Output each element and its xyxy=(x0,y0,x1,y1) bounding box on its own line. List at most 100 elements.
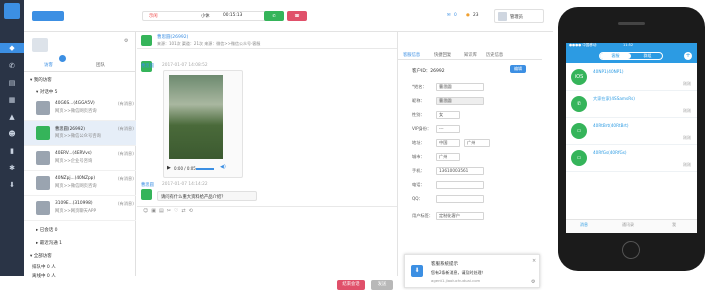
tab-visitors[interactable]: 访客 xyxy=(44,62,53,68)
stats-nav-icon[interactable]: ▲ xyxy=(7,112,17,122)
app-logo xyxy=(4,3,20,19)
volume-icon[interactable]: ◀) xyxy=(220,164,226,170)
vip-select[interactable]: --- xyxy=(436,125,460,133)
history-icon[interactable]: ⟲ xyxy=(189,208,196,214)
send-button[interactable]: 发送 xyxy=(371,280,393,290)
info-tabs: 客服信息 快捷回复 知识库 历史信息 xyxy=(398,50,542,60)
group-my-visitors[interactable]: ▾ 我的访客 xyxy=(30,77,52,83)
image-icon[interactable]: ▣ xyxy=(151,208,159,214)
video-frame[interactable] xyxy=(169,75,223,159)
country-select[interactable]: 中国 xyxy=(436,139,460,147)
status-label[interactable]: 示闲 xyxy=(149,13,158,19)
message-input[interactable] xyxy=(137,217,397,262)
phone-nav-icon[interactable]: ✆ xyxy=(7,61,17,71)
add-icon[interactable]: + xyxy=(684,52,692,60)
field-label: 地址： xyxy=(412,140,425,145)
customer-info-panel: 客服信息 快捷回复 知识库 历史信息 客户ID：26992 编辑 *姓名： 曹思… xyxy=(397,32,542,288)
visitor-name: 40NZpj...(40NZpp) xyxy=(55,176,96,181)
gear-icon[interactable]: ⚙ xyxy=(531,279,535,285)
contact-name: 40RfGs(40RfGs) xyxy=(593,150,627,155)
bell-icon[interactable]: ● xyxy=(466,13,470,18)
name-field[interactable]: 曹思圆 xyxy=(436,83,484,91)
group-label: 最近沟通 1 xyxy=(39,241,62,246)
mail-icon[interactable]: ✉ xyxy=(447,13,451,18)
sender-name: 曹思圆 xyxy=(141,183,154,188)
tab-quick-reply[interactable]: 快捷回复 xyxy=(434,52,451,58)
tab-team[interactable]: 团队 xyxy=(96,62,105,68)
visitor-status: (有消息) xyxy=(118,126,134,131)
transfer-icon[interactable]: ⇄ xyxy=(181,208,188,214)
gear-icon[interactable]: ⚙ xyxy=(124,38,128,44)
phone-field[interactable] xyxy=(436,181,484,189)
close-icon[interactable]: × xyxy=(532,258,536,264)
group-waiting[interactable]: ▸ 已会话 0 xyxy=(36,227,58,233)
contact-time: 刚刚 xyxy=(683,108,691,113)
phone-tabs: 客服 群组 xyxy=(599,52,663,60)
contact-name: 40NP1(40NP1) xyxy=(593,69,624,74)
list-item[interactable]: 40G6S...(4GGA5V) 网页>>微信网页咨询 (有消息) xyxy=(24,96,136,121)
call-timer: 00:15:13 xyxy=(223,13,243,18)
tab-history[interactable]: 历史信息 xyxy=(486,52,503,58)
user-menu[interactable]: 管理员 xyxy=(494,9,544,23)
list-item[interactable]: 40ERV...(4ERVvs) 网页>>企业号咨询 (有消息) xyxy=(24,146,136,171)
home-button[interactable] xyxy=(622,241,640,259)
nav-messages[interactable]: 消息 xyxy=(580,222,588,228)
visitor-source: 网页>>微信网页咨询 xyxy=(55,184,97,189)
avatar xyxy=(36,176,50,190)
nav-me[interactable]: 我 xyxy=(672,222,676,228)
tab-customer-info[interactable]: 客服信息 xyxy=(403,52,420,58)
end-session-button[interactable]: 结束会话 xyxy=(337,280,365,290)
file-icon[interactable]: ▤ xyxy=(159,208,167,214)
tab-service[interactable]: 客服 xyxy=(600,53,631,59)
edit-button[interactable]: 编辑 xyxy=(510,65,526,73)
user-nav-icon[interactable]: ☻ xyxy=(7,129,17,139)
phone-mockup: ●●●● 中国移动 11:52 客服 群组 + iOS 40NP1(40NP1)… xyxy=(558,7,705,271)
play-icon[interactable]: ▶ xyxy=(167,165,171,171)
download-nav-icon[interactable]: ⬇ xyxy=(7,180,17,190)
group-label: 已会话 0 xyxy=(39,228,58,233)
settings-nav-icon[interactable]: ✱ xyxy=(7,163,17,173)
tag-field[interactable]: 定制化客户 xyxy=(436,212,484,220)
answer-call-button[interactable]: ✆ xyxy=(264,11,284,21)
busy-label[interactable]: 小休 xyxy=(201,13,210,19)
list-item[interactable]: 40NZpj...(40NZpp) 网页>>微信网页咨询 (有消息) xyxy=(24,171,136,196)
group-all[interactable]: ▾ 全部访客 xyxy=(30,253,52,259)
toast-body: 您有2条新消息，请及时处理！ xyxy=(431,270,486,275)
grid-nav-icon[interactable]: ▦ xyxy=(7,95,17,105)
group-recent[interactable]: ▸ 最近沟通 1 xyxy=(36,240,62,246)
group-pending[interactable]: ▾ 对话中 5 xyxy=(36,89,58,95)
tab-group[interactable]: 群组 xyxy=(632,53,663,59)
emoji-icon[interactable]: ☺ xyxy=(143,208,151,214)
hangup-button[interactable]: ☎ xyxy=(287,11,307,21)
phone-bottom-nav: 消息 通讯录 我 xyxy=(566,219,697,233)
chat-nav-icon[interactable]: ◆ xyxy=(0,43,24,53)
field-label: 电话： xyxy=(412,182,425,187)
web-icon: ▭ xyxy=(571,123,587,139)
gender-select[interactable]: 女 xyxy=(436,111,460,119)
status-panel: 示闲 小休 00:15:13 xyxy=(142,11,282,21)
list-item[interactable]: iOS 40NP1(40NP1) 刚刚 xyxy=(566,64,697,91)
progress-bar[interactable] xyxy=(196,168,214,170)
avatar xyxy=(36,126,50,140)
mobile-field[interactable]: 13610003561 xyxy=(436,167,484,175)
province-select[interactable]: 广州 xyxy=(464,139,490,147)
nav-contacts[interactable]: 通讯录 xyxy=(622,222,634,228)
list-item[interactable]: 3109E...(310998) 网页>>网页聊天APP (有消息) xyxy=(24,196,136,221)
qq-field[interactable] xyxy=(436,195,484,203)
customer-id: 客户ID：26992 xyxy=(412,69,445,74)
city-select[interactable]: 广州 xyxy=(436,153,460,161)
visitor-status: (有消息) xyxy=(118,176,134,181)
screenshot-icon[interactable]: ✂ xyxy=(167,208,174,214)
toast-title: 客服系统提示 xyxy=(431,262,458,267)
visitor-source: 网页>>企业号咨询 xyxy=(55,159,93,164)
list-item[interactable]: ▭ 40RfGs(40RfGs) 刚刚 xyxy=(566,145,697,172)
doc-nav-icon[interactable]: ▤ xyxy=(7,78,17,88)
tab-knowledge[interactable]: 知识库 xyxy=(464,52,477,58)
top-bar: 示闲 小休 00:15:13 ✆ ☎ ✉ 0 ● 23 管理员 xyxy=(24,0,553,32)
chart-nav-icon[interactable]: ▮ xyxy=(7,146,17,156)
nickname-field: 曹思圆 xyxy=(436,97,484,105)
toast-link[interactable]: agent1.jiaoluchuduai.com xyxy=(431,278,480,283)
list-item[interactable]: ✆ 大家在家(4SSamsRs) 刚刚 xyxy=(566,91,697,118)
list-item[interactable]: ▭ 40RtBrt(40RtBrt) 刚刚 xyxy=(566,118,697,145)
list-item[interactable]: 曹思圆(26992) 网页>>微信公众号咨询 (有消息) xyxy=(24,121,136,146)
